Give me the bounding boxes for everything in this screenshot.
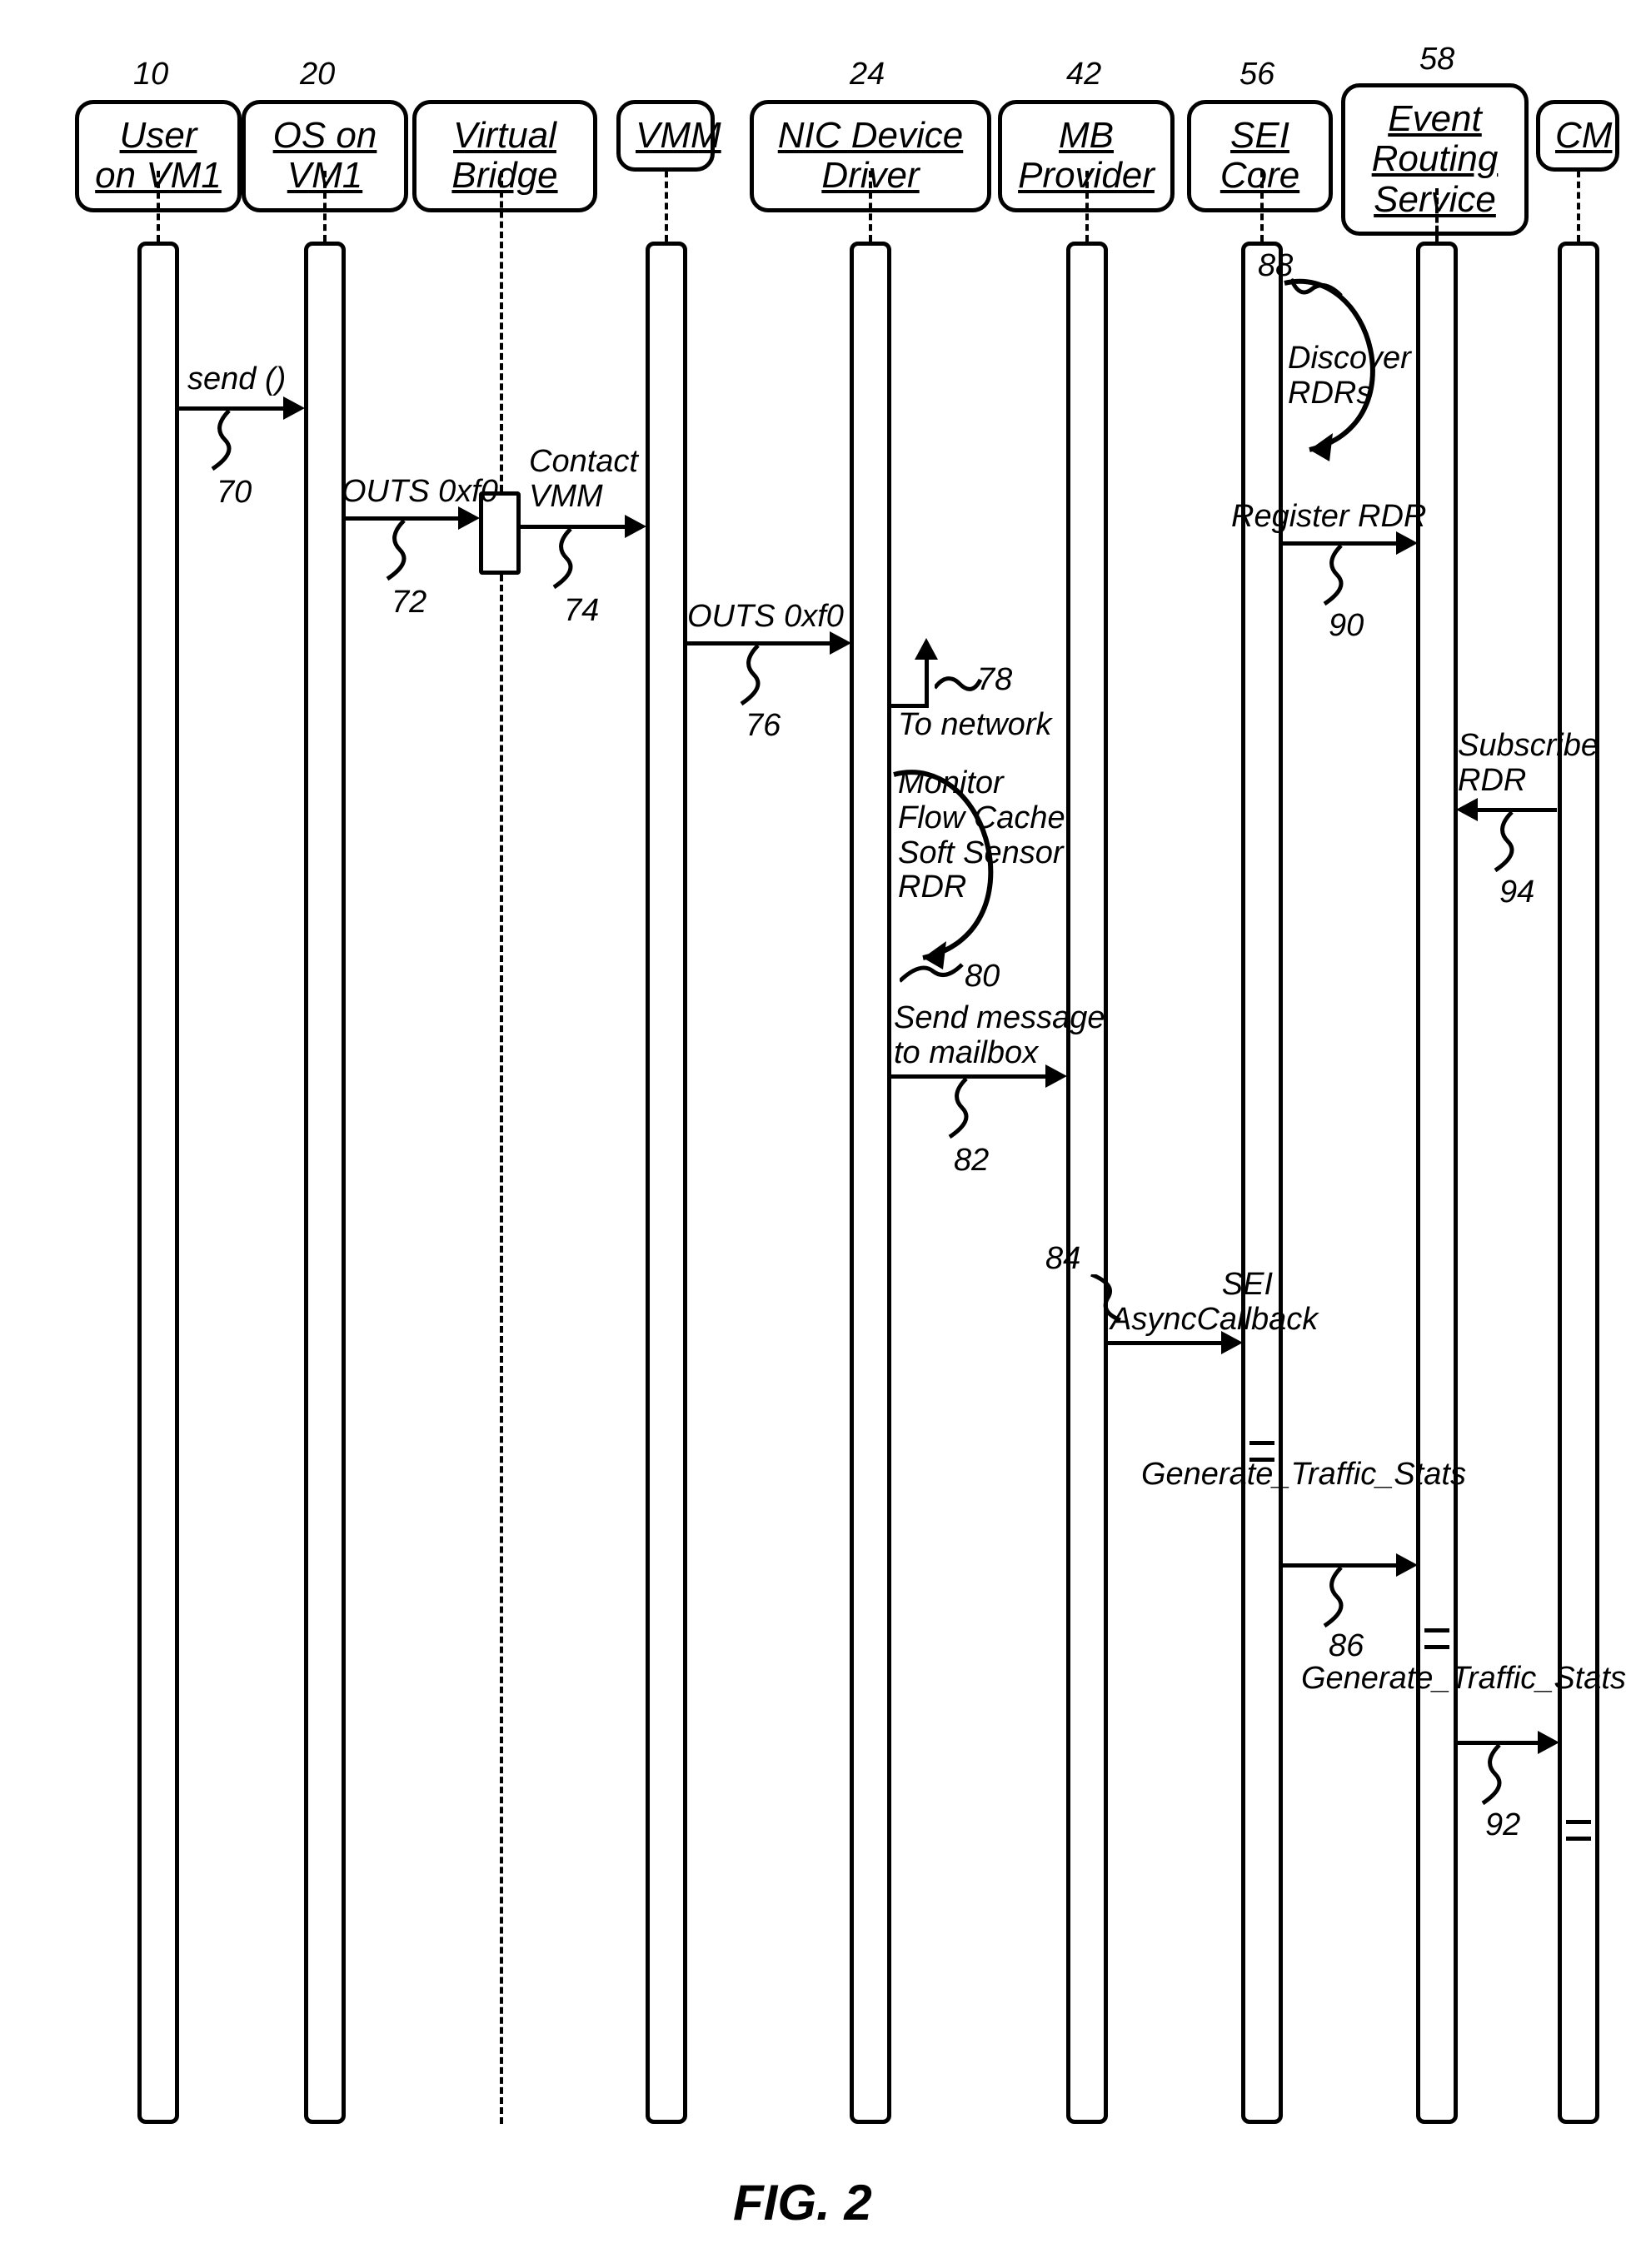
squiggle-88	[1291, 271, 1349, 304]
squiggle-84	[1083, 1274, 1125, 1324]
lane-ers-ref: 58	[1419, 42, 1454, 77]
lane-cm-label: CM	[1555, 115, 1612, 156]
squiggle-90	[1316, 546, 1366, 612]
squiggle-70	[204, 411, 254, 477]
arrow-94-head	[1456, 798, 1478, 821]
squiggle-78	[935, 671, 985, 705]
arrow-78-head	[915, 638, 938, 660]
tick-86-dst-a	[1424, 1628, 1449, 1632]
msg-82-label: Send message to mailbox	[894, 1001, 1105, 1071]
activation-cm	[1558, 242, 1599, 2124]
sequence-diagram: User on VM1 10 OS on VM1 20 Virtual Brid…	[67, 42, 1566, 2166]
lane-vmm: VMM	[616, 100, 715, 172]
lane-vb: Virtual Bridge	[412, 100, 597, 212]
lane-cm: CM	[1536, 100, 1619, 172]
msg-74-ref: 74	[564, 593, 599, 629]
lane-vb-label: Virtual Bridge	[451, 115, 557, 196]
squiggle-86	[1316, 1568, 1366, 1634]
arrow-74-head	[625, 515, 646, 538]
arrow-92-head	[1538, 1731, 1559, 1754]
msg-88-ref: 88	[1258, 248, 1293, 284]
activation-nic	[850, 242, 891, 2124]
msg-76-label: OUTS 0xf0	[687, 600, 844, 635]
activation-user	[137, 242, 179, 2124]
squiggle-92	[1474, 1745, 1524, 1812]
lifeline-sei	[1260, 171, 1264, 242]
activation-os	[304, 242, 346, 2124]
msg-84-label: SEI AsyncCallback	[1110, 1268, 1273, 1338]
tick-86-dst-b	[1424, 1645, 1449, 1649]
lane-nic-ref: 24	[850, 57, 885, 92]
squiggle-72	[379, 521, 429, 587]
msg-92-label: Generate_Traffic_Stats	[1297, 1662, 1626, 1697]
arrow-70-head	[283, 396, 305, 420]
arrow-78-stem	[925, 658, 929, 704]
msg-80-ref: 80	[965, 959, 1000, 994]
arrow-72-head	[458, 506, 480, 530]
lifeline-vb-below	[500, 575, 503, 2124]
msg-94-ref: 94	[1499, 875, 1534, 910]
msg-74-label: Contact VMM	[529, 445, 638, 515]
msg-70-label: send ()	[187, 362, 286, 397]
msg-90-ref: 90	[1329, 608, 1364, 644]
activation-vmm	[646, 242, 687, 2124]
msg-94-label: Subscribe RDR	[1458, 729, 1599, 799]
activation-mb	[1066, 242, 1108, 2124]
tick-86-src-a	[1249, 1441, 1274, 1445]
tick-92-a	[1566, 1820, 1591, 1824]
lifeline-os	[323, 171, 327, 242]
tick-92-b	[1566, 1837, 1591, 1841]
figure-caption: FIG. 2	[733, 2174, 872, 2231]
squiggle-80	[900, 956, 966, 989]
msg-90-label: Register RDR	[1231, 500, 1426, 535]
lane-sei-ref: 56	[1239, 57, 1274, 92]
lifeline-vmm	[665, 171, 668, 242]
lifeline-cm	[1577, 171, 1580, 242]
lifeline-ers	[1435, 188, 1439, 242]
lifeline-nic	[869, 171, 872, 242]
lane-user-ref: 10	[133, 57, 168, 92]
msg-92-ref: 92	[1485, 1807, 1520, 1843]
msg-72-ref: 72	[392, 585, 426, 621]
arrow-84	[1108, 1341, 1225, 1345]
squiggle-82	[941, 1079, 991, 1145]
lifeline-mb	[1085, 171, 1089, 242]
squiggle-76	[733, 646, 783, 712]
lifeline-vb	[500, 171, 503, 491]
squiggle-74	[546, 529, 596, 596]
msg-80-label: Monitor Flow Cache Soft Sensor RDR	[898, 766, 1065, 905]
msg-78-label: To network	[898, 708, 1051, 743]
msg-88-label: Discover RDRs	[1288, 341, 1411, 411]
msg-86-ref: 86	[1329, 1628, 1364, 1664]
arrow-90-head	[1396, 531, 1418, 555]
lifeline-user	[157, 171, 160, 242]
squiggle-94	[1487, 812, 1537, 879]
msg-84-ref: 84	[1045, 1241, 1080, 1277]
arrow-86-head	[1396, 1553, 1418, 1577]
msg-86-label: Generate_Traffic_Stats	[1137, 1458, 1466, 1493]
msg-72-label: OUTS 0xf0	[342, 475, 498, 510]
lane-os-ref: 20	[300, 57, 335, 92]
lane-mb-ref: 42	[1066, 57, 1101, 92]
msg-70-ref: 70	[217, 475, 252, 511]
msg-82-ref: 82	[954, 1143, 989, 1179]
arrow-76-head	[830, 631, 851, 655]
msg-76-ref: 76	[746, 708, 781, 744]
lane-vmm-label: VMM	[636, 115, 721, 156]
